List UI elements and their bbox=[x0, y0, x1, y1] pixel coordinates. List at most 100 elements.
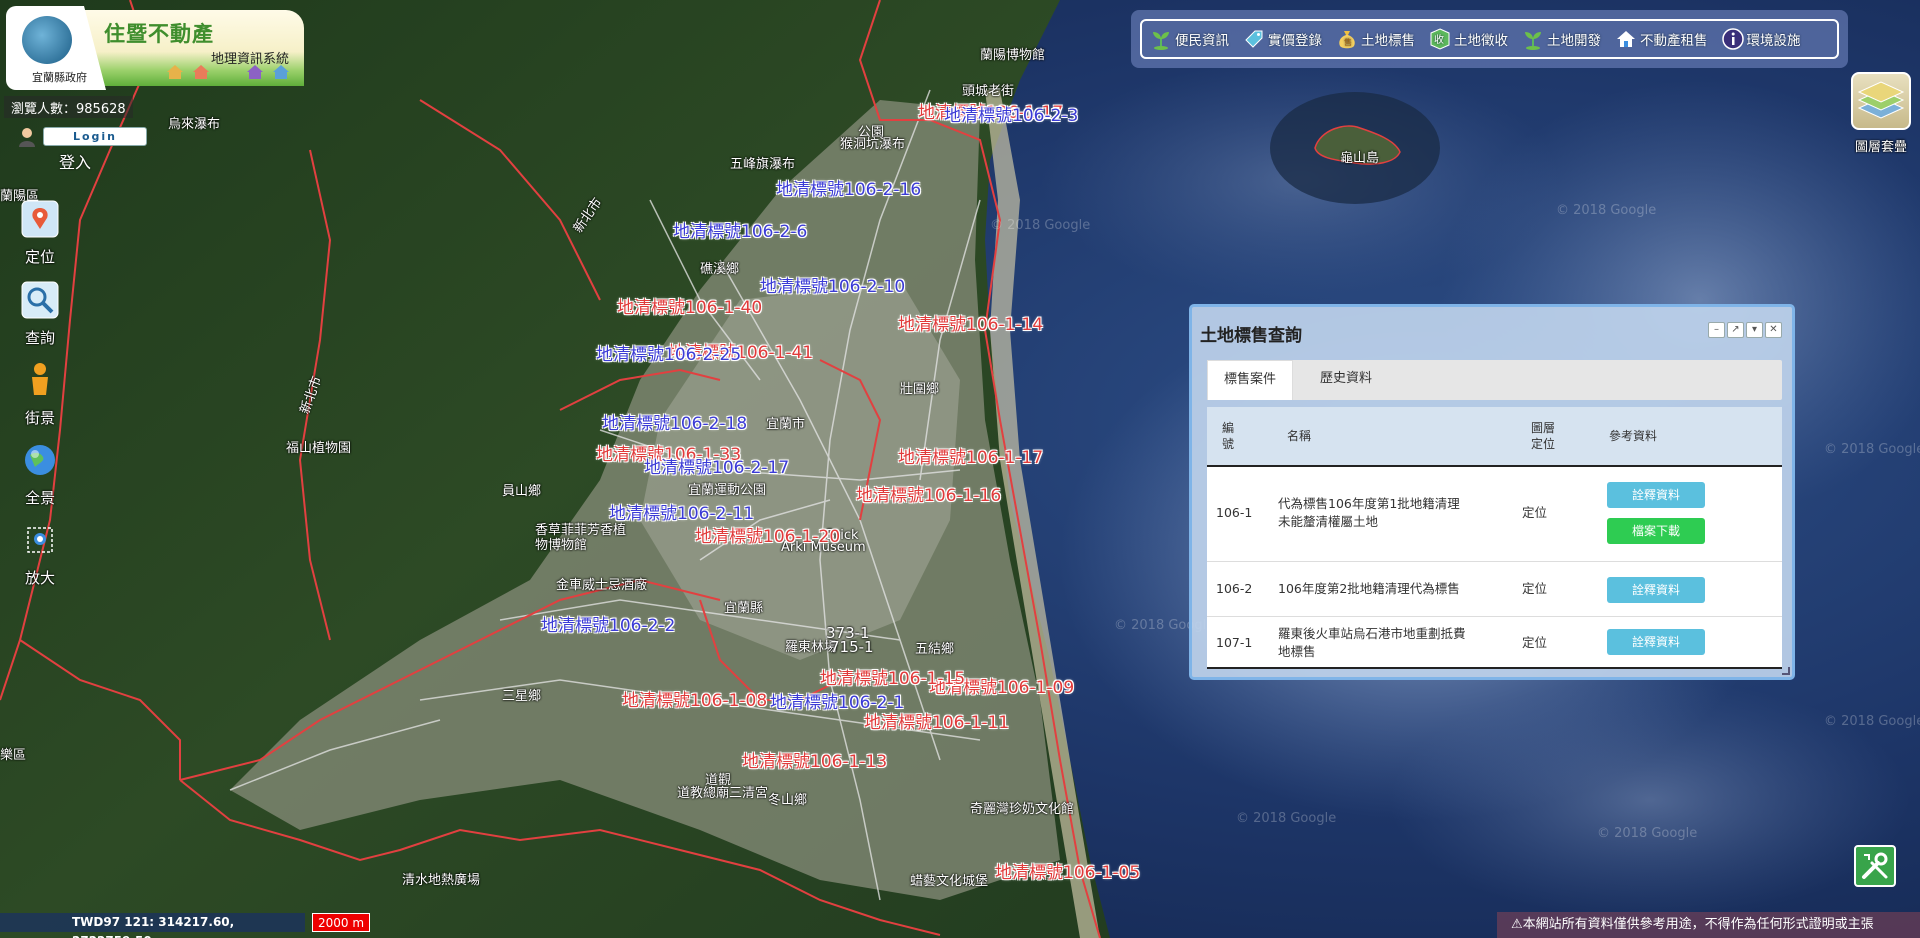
map-place-label: 道教總廟三清宮 bbox=[677, 786, 769, 801]
house-icon bbox=[247, 65, 263, 79]
parcel-label[interactable]: 地清標號106-2-11 bbox=[609, 499, 754, 524]
map-misc-label: 715-1 bbox=[830, 638, 874, 656]
map-place-label: 冬山鄉 bbox=[768, 793, 808, 808]
nav-land-collection[interactable]: 收 土地徵收 bbox=[1429, 28, 1508, 50]
parcel-label[interactable]: 地清標號106-2-3 bbox=[944, 101, 1078, 126]
map-place-label: 宜蘭市 bbox=[766, 417, 806, 432]
parcel-label[interactable]: 地清標號106-1-13 bbox=[742, 747, 887, 772]
wrench-screwdriver-icon bbox=[1862, 852, 1888, 879]
nav-public-info[interactable]: 便民資訊 bbox=[1150, 28, 1229, 50]
parcel-label[interactable]: 地清標號106-1-17 bbox=[898, 443, 1043, 468]
row-locate-link[interactable]: 定位 bbox=[1522, 504, 1547, 522]
top-navigation: 便民資訊 實價登錄 售 土地標售 收 土地徵收 土地開發 不動產租售 環境設施 bbox=[1131, 10, 1848, 68]
map-place-label: 金車威士忌酒廠 bbox=[556, 578, 648, 593]
zoom-icon bbox=[27, 527, 53, 553]
row-locate-link[interactable]: 定位 bbox=[1522, 580, 1547, 598]
metadata-button[interactable]: 詮釋資料 bbox=[1607, 482, 1705, 508]
top-navigation-bar: 便民資訊 實價登錄 售 土地標售 收 土地徵收 土地開發 不動產租售 環境設施 bbox=[1140, 19, 1839, 59]
tab-sale-cases[interactable]: 標售案件 bbox=[1207, 360, 1294, 400]
user-icon bbox=[19, 128, 35, 147]
nav-real-estate-rent[interactable]: 不動產租售 bbox=[1615, 28, 1708, 50]
nav-land-development[interactable]: 土地開發 bbox=[1522, 28, 1601, 50]
column-header-id: 編號 bbox=[1221, 421, 1234, 451]
svg-text:售: 售 bbox=[1344, 37, 1352, 47]
metadata-button[interactable]: 詮釋資料 bbox=[1607, 629, 1705, 655]
minimize-button[interactable]: – bbox=[1708, 322, 1725, 338]
table-row: 106-2 106年度第2批地籍清理代為標售 定位 詮釋資料 bbox=[1207, 562, 1782, 617]
login-button[interactable]: Login bbox=[43, 127, 147, 146]
nav-label: 不動產租售 bbox=[1640, 33, 1708, 49]
visitor-counter: 瀏覽人數：985628 bbox=[4, 96, 133, 118]
house-icon bbox=[193, 65, 209, 79]
map-place-label: 蘭陽博物館 bbox=[980, 48, 1046, 63]
tool-zoom[interactable]: 放大 bbox=[14, 521, 66, 593]
parcel-label[interactable]: 地清標號106-1-14 bbox=[898, 310, 1043, 335]
site-logo[interactable]: 住暨不動產 地理資訊系統 宜蘭縣政府 bbox=[6, 6, 304, 90]
tool-search[interactable]: 查詢 bbox=[14, 281, 66, 353]
map-place-label: 員山鄉 bbox=[502, 484, 542, 499]
tool-panorama[interactable]: 全景 bbox=[14, 441, 66, 513]
layer-overlay-button[interactable]: 圖層套疊 bbox=[1849, 72, 1913, 156]
collapse-button[interactable]: ▾ bbox=[1746, 322, 1763, 338]
parcel-label[interactable]: 地清標號106-1-15 bbox=[820, 664, 965, 689]
nav-actual-price[interactable]: 實價登錄 bbox=[1243, 28, 1322, 50]
map-place-label: 宜蘭運動公園 bbox=[688, 483, 767, 498]
nav-label: 便民資訊 bbox=[1175, 33, 1229, 49]
map-place-label: 五結鄉 bbox=[915, 642, 955, 657]
nav-label: 土地開發 bbox=[1547, 33, 1601, 49]
parcel-label[interactable]: 地清標號106-2-18 bbox=[602, 409, 747, 434]
table-row: 107-1 羅東後火車站烏石港市地重劃抵費地標售 定位 詮釋資料 bbox=[1207, 617, 1782, 667]
parcel-label[interactable]: 地清標號106-2-17 bbox=[644, 453, 789, 478]
parcel-label[interactable]: 地清標號106-2-16 bbox=[776, 175, 921, 200]
sale-cases-table: 編號 名稱 圖層定位 參考資料 106-1 代為標售106年度第1批地籍清理未能… bbox=[1207, 407, 1782, 669]
disclaimer-banner: ⚠本網站所有資料僅供參考用途，不得作為任何形式證明或主張 bbox=[1497, 912, 1920, 938]
map-watermark: © 2018 Google bbox=[1824, 714, 1920, 729]
nav-land-sale[interactable]: 售 土地標售 bbox=[1336, 28, 1415, 50]
parcel-label[interactable]: 地清標號106-1-08 bbox=[622, 686, 767, 711]
map-place-label: 奇麗灣珍奶文化館 bbox=[970, 802, 1075, 817]
tool-streetview[interactable]: 街景 bbox=[14, 361, 66, 433]
row-locate-link[interactable]: 定位 bbox=[1522, 634, 1547, 652]
map-watermark: © 2018 Google bbox=[1236, 811, 1337, 826]
metadata-button[interactable]: 詮釋資料 bbox=[1607, 577, 1705, 603]
map-watermark: © 2018 Google bbox=[1597, 826, 1698, 841]
parcel-label[interactable]: 地清標號106-2-1 bbox=[770, 688, 904, 713]
layers-icon bbox=[1851, 72, 1911, 130]
parcel-label[interactable]: 地清標號106-1-05 bbox=[995, 858, 1140, 883]
parcel-label[interactable]: 地清標號106-1-20 bbox=[695, 522, 840, 547]
tab-history[interactable]: 歷史資料 bbox=[1304, 360, 1388, 400]
close-button[interactable]: ✕ bbox=[1765, 322, 1782, 338]
tools-button[interactable] bbox=[1854, 845, 1896, 887]
panel-controls: – ↗ ▾ ✕ bbox=[1708, 322, 1782, 338]
parcel-label[interactable]: 地清標號106-2-10 bbox=[760, 272, 905, 297]
map-place-label: 礁溪鄉 bbox=[700, 262, 740, 277]
sprout-icon bbox=[1525, 32, 1541, 50]
nav-label: 實價登錄 bbox=[1268, 33, 1322, 49]
map-place-label: 蜡藝文化城堡 bbox=[910, 874, 989, 889]
row-id: 107-1 bbox=[1216, 635, 1253, 650]
nav-environment-facilities[interactable]: 環境設施 bbox=[1721, 28, 1801, 50]
column-header-ref: 參考資料 bbox=[1609, 429, 1658, 443]
resize-handle[interactable] bbox=[1782, 667, 1790, 675]
streetview-icon bbox=[32, 363, 48, 395]
download-button[interactable]: 檔案下載 bbox=[1607, 518, 1705, 544]
table-row: 106-1 代為標售106年度第1批地籍清理未能釐清權屬土地 定位 詮釋資料 檔… bbox=[1207, 467, 1782, 562]
tool-label: 街景 bbox=[24, 409, 55, 427]
login-label[interactable]: 登入 bbox=[59, 149, 91, 173]
tool-label: 定位 bbox=[24, 248, 55, 266]
parcel-label[interactable]: 地清標號106-2-2 bbox=[541, 611, 675, 636]
svg-text:收: 收 bbox=[1434, 33, 1444, 46]
globe-icon bbox=[25, 445, 55, 475]
parcel-label[interactable]: 地清標號106-2-6 bbox=[673, 217, 807, 242]
parcel-label[interactable]: 地清標號106-2-25 bbox=[596, 340, 741, 365]
parcel-label[interactable]: 地清標號106-1-16 bbox=[856, 481, 1001, 506]
map-place-label: 宜蘭縣 bbox=[724, 601, 764, 616]
nav-label: 環境設施 bbox=[1746, 33, 1801, 49]
nav-label: 土地徵收 bbox=[1454, 33, 1508, 49]
popout-button[interactable]: ↗ bbox=[1727, 322, 1744, 338]
map-place-label: 壯圍鄉 bbox=[900, 382, 940, 397]
row-name: 羅東後火車站烏石港市地重劃抵費地標售 bbox=[1278, 626, 1466, 659]
row-name: 106年度第2批地籍清理代為標售 bbox=[1278, 581, 1460, 596]
tool-locate[interactable]: 定位 bbox=[14, 200, 66, 272]
parcel-label[interactable]: 地清標號106-1-40 bbox=[617, 293, 762, 318]
